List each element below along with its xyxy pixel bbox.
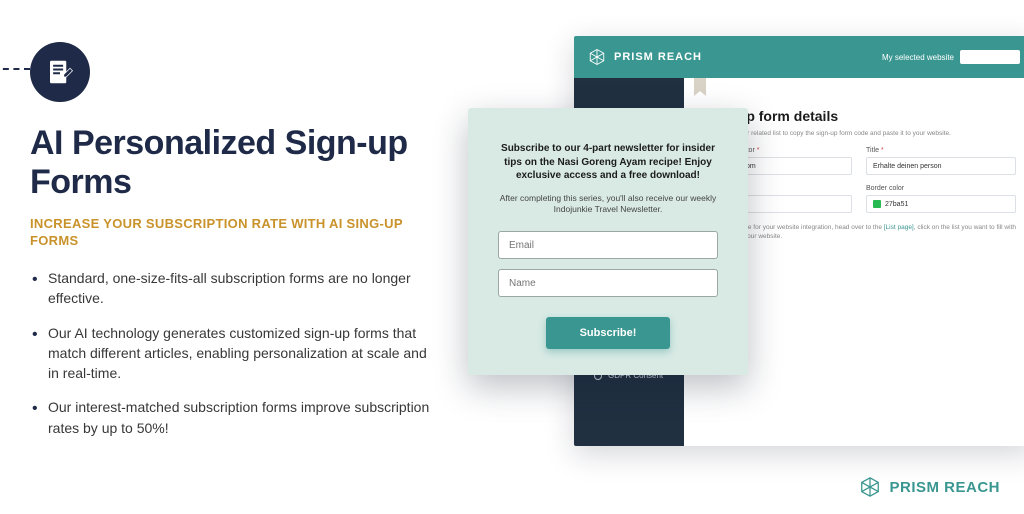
bullet-item: Our interest-matched subscription forms … [30,397,430,438]
edit-form-icon [45,57,75,87]
brand-icon [859,476,881,498]
title-field-label: Title * [866,147,1016,154]
signup-title: Subscribe to our 4-part newsletter for i… [498,142,718,183]
color-swatch [873,200,881,208]
border-color-value: 27ba51 [885,201,908,208]
bookmark-icon [694,78,706,96]
border-color-label: Border color [866,185,1016,192]
signup-form-preview: Subscribe to our 4-part newsletter for i… [468,108,748,375]
footer-brand-text: PRISM REACH [889,479,1000,496]
marketing-left-column: AI Personalized Sign-up Forms INCREASE Y… [0,0,450,514]
bullet-item: Standard, one-size-fits-all subscription… [30,268,430,309]
subscribe-button[interactable]: Subscribe! [546,317,671,349]
email-field[interactable] [498,231,718,259]
app-header: PRISM REACH My selected website [574,36,1024,78]
name-field[interactable] [498,269,718,297]
selected-website-label: My selected website [882,53,954,62]
panel-title: Sign Up form details [702,108,1016,124]
app-brand: PRISM REACH [588,48,702,66]
signup-subtitle: After completing this series, you'll als… [498,193,718,216]
footer-brand: PRISM REACH [859,476,1000,498]
panel-note: To fetch the code for your website integ… [702,223,1016,241]
border-color-input[interactable]: 27ba51 [866,195,1016,213]
brand-icon [588,48,606,66]
title-input-value: Erhalte deinen person [873,163,942,170]
list-page-link[interactable]: [List page] [884,224,914,231]
feature-bullets: Standard, one-size-fits-all subscription… [30,268,430,438]
selected-website-widget[interactable]: My selected website [882,50,1020,64]
bullet-item: Our AI technology generates customized s… [30,323,430,384]
feature-badge [30,42,90,102]
screenshot-mock-area: PRISM REACH My selected website gn Up Fo… [450,0,1024,514]
selected-website-dropdown[interactable] [960,50,1020,64]
page-heading: AI Personalized Sign-up Forms [30,124,430,202]
page-subheading: INCREASE YOUR SUBSCRIPTION RATE WITH AI … [30,216,430,250]
connector-line [0,68,30,70]
panel-hint: Navigate to your related list to copy th… [702,130,1016,137]
app-brand-text: PRISM REACH [614,51,702,63]
title-input[interactable]: Erhalte deinen person [866,157,1016,175]
